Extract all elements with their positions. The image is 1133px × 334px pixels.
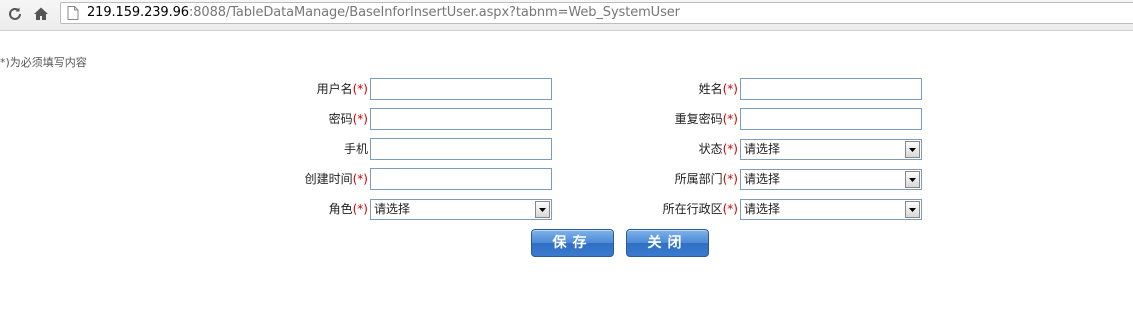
- role-select[interactable]: 请选择: [370, 199, 552, 220]
- page-icon: [67, 6, 79, 23]
- close-button[interactable]: 关闭: [626, 229, 709, 257]
- home-icon[interactable]: [31, 4, 51, 24]
- chevron-down-icon[interactable]: [905, 171, 920, 188]
- password-input[interactable]: [370, 108, 552, 130]
- department-selected-value: 请选择: [744, 172, 781, 186]
- fullname-label: 姓名(*): [620, 79, 738, 99]
- password-label: 密码(*): [250, 109, 368, 129]
- required-mark: (*): [722, 112, 738, 126]
- confirm-password-input[interactable]: [740, 108, 922, 130]
- confirm-password-label: 重复密码(*): [620, 109, 738, 129]
- username-input[interactable]: [370, 78, 552, 100]
- required-mark: (*): [352, 112, 368, 126]
- status-select[interactable]: 请选择: [740, 139, 922, 160]
- chevron-down-icon[interactable]: [535, 201, 550, 218]
- reload-icon[interactable]: [5, 4, 25, 24]
- role-selected-value: 请选择: [374, 202, 411, 216]
- url-path: :8088/TableDataManage/BaseInforInsertUse…: [188, 5, 680, 20]
- department-select[interactable]: 请选择: [740, 169, 922, 190]
- password-label-text: 密码: [328, 112, 353, 126]
- mobile-input[interactable]: [370, 138, 552, 160]
- required-mark: (*): [722, 142, 738, 156]
- mobile-label: 手机: [250, 139, 368, 159]
- url-text: 219.159.239.96:8088/TableDataManage/Base…: [87, 5, 680, 20]
- required-note: *)为必须填写内容: [0, 56, 87, 69]
- browser-toolbar: 219.159.239.96:8088/TableDataManage/Base…: [0, 0, 1133, 31]
- save-button[interactable]: 保存: [531, 229, 614, 257]
- status-selected-value: 请选择: [744, 142, 781, 156]
- required-mark: (*): [352, 202, 368, 216]
- status-label-text: 状态: [698, 142, 723, 156]
- district-label-text: 所在行政区: [662, 202, 723, 216]
- district-label: 所在行政区(*): [620, 199, 738, 219]
- created-time-label-text: 创建时间: [304, 172, 353, 186]
- required-mark: (*): [352, 172, 368, 186]
- required-mark: (*): [352, 82, 368, 96]
- address-bar[interactable]: 219.159.239.96:8088/TableDataManage/Base…: [60, 2, 1133, 24]
- chevron-down-icon[interactable]: [905, 141, 920, 158]
- confirm-password-label-text: 重复密码: [674, 112, 723, 126]
- created-time-input[interactable]: [370, 168, 552, 190]
- fullname-label-text: 姓名: [698, 82, 723, 96]
- mobile-label-text: 手机: [343, 142, 368, 156]
- required-mark: (*): [722, 82, 738, 96]
- required-mark: (*): [722, 172, 738, 186]
- district-selected-value: 请选择: [744, 202, 781, 216]
- username-label-text: 用户名: [316, 82, 353, 96]
- fullname-input[interactable]: [740, 78, 922, 100]
- department-label: 所属部门(*): [620, 169, 738, 189]
- chevron-down-icon[interactable]: [905, 201, 920, 218]
- role-label: 角色(*): [250, 199, 368, 219]
- district-select[interactable]: 请选择: [740, 199, 922, 220]
- required-mark: (*): [722, 202, 738, 216]
- status-label: 状态(*): [620, 139, 738, 159]
- url-host: 219.159.239.96: [87, 5, 189, 20]
- username-label: 用户名(*): [250, 79, 368, 99]
- department-label-text: 所属部门: [674, 172, 723, 186]
- created-time-label: 创建时间(*): [250, 169, 368, 189]
- role-label-text: 角色: [328, 202, 353, 216]
